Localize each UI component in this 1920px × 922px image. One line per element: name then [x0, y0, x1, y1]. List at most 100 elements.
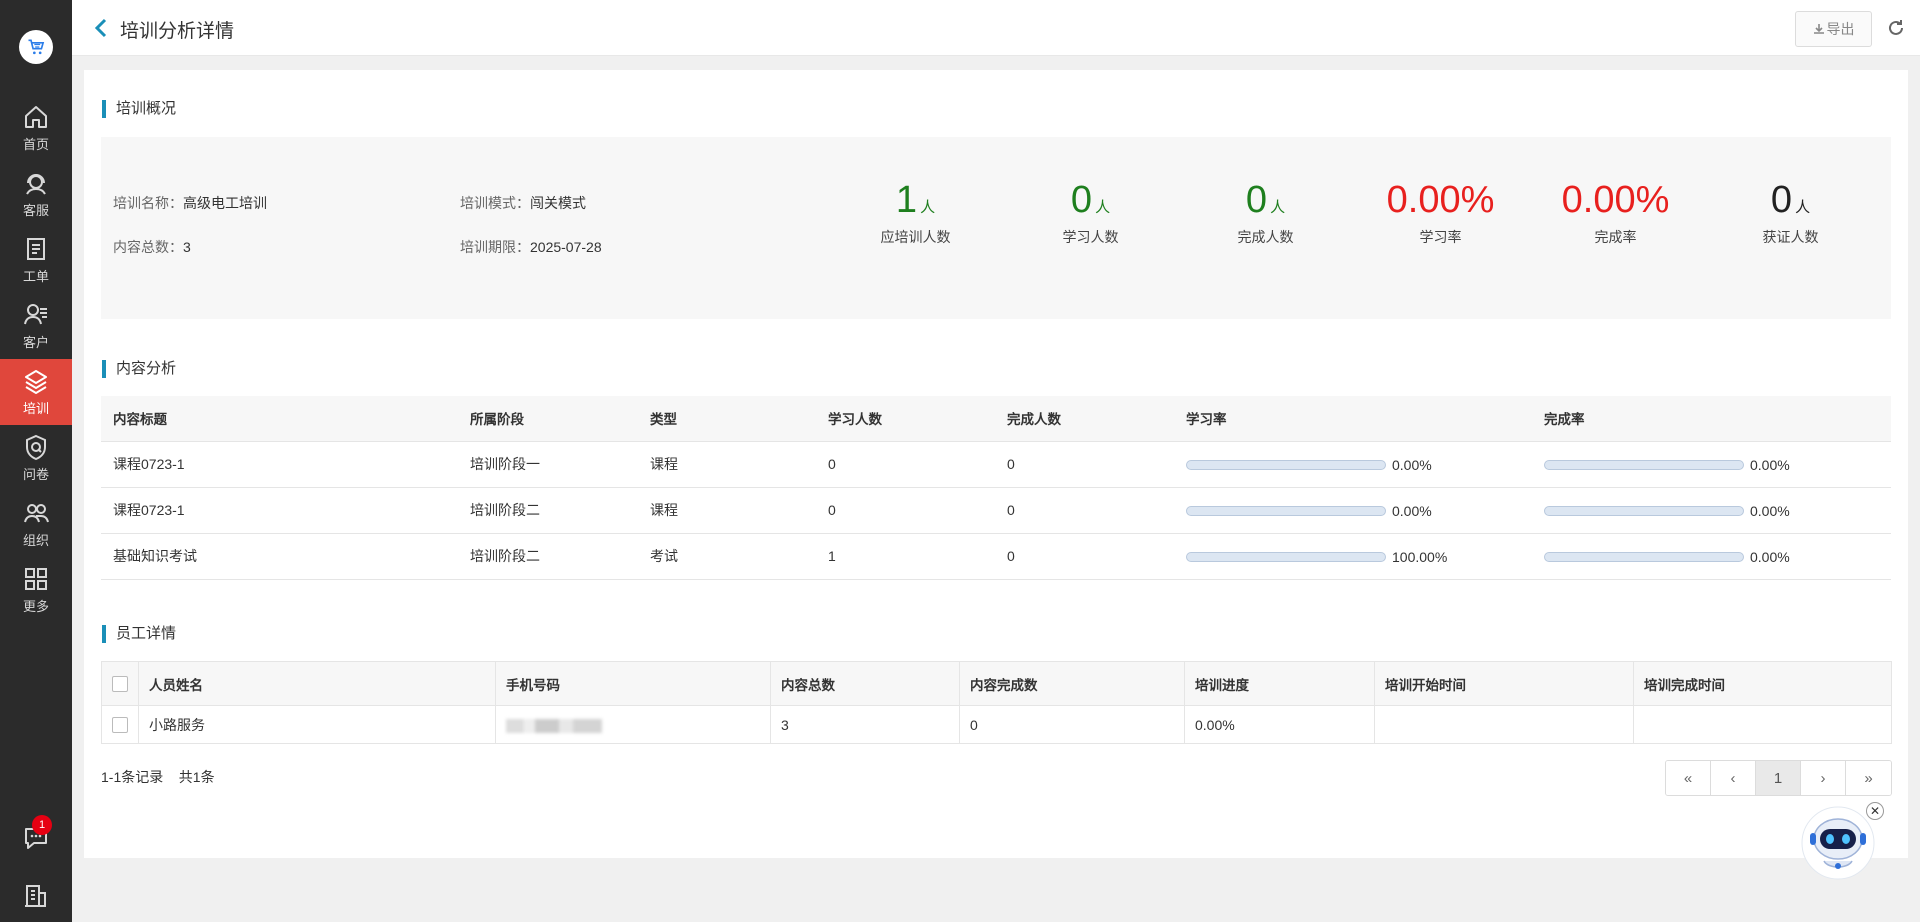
row-checkbox[interactable] [112, 717, 128, 734]
cell-title: 课程0723-1 [101, 487, 458, 534]
records-total: 共1条 [178, 769, 215, 785]
cell-learn-rate: 0.00% [1174, 487, 1532, 534]
training-deadline-value: 2025-07-28 [530, 239, 602, 255]
customer-icon [24, 304, 47, 325]
first-page-button[interactable]: « [1666, 761, 1711, 795]
sidebar-item-more[interactable]: 更多 [0, 557, 72, 623]
table-row: 课程0723-1 培训阶段二 课程 0 0 0.00% 0.00% [101, 487, 1891, 534]
progress-bar [1186, 459, 1386, 470]
cell-learners: 0 [816, 487, 995, 534]
chat-button[interactable]: 1 [0, 815, 72, 855]
stat-label: 学习人数 [1062, 229, 1119, 245]
stat-value: 0 [1070, 179, 1093, 221]
progress-text: 0.00% [1750, 456, 1790, 473]
sidebar-item-label: 客户 [22, 335, 49, 350]
last-page-button[interactable]: » [1846, 761, 1891, 795]
page-button-current[interactable]: 1 [1756, 761, 1801, 795]
sidebar-item-label: 客服 [22, 203, 49, 218]
sidebar-item-label: 工单 [22, 269, 49, 284]
cell-stage: 培训阶段二 [458, 533, 638, 580]
stat-label: 完成人数 [1237, 229, 1294, 245]
cell-name: 小路服务 [138, 705, 496, 744]
page-title: 培训分析详情 [120, 21, 235, 42]
stat-label: 获证人数 [1762, 229, 1819, 245]
col-header: 培训完成时间 [1633, 661, 1892, 706]
col-header: 培训开始时间 [1374, 661, 1634, 706]
sidebar-item-service[interactable]: 客服 [0, 161, 72, 227]
back-chevron-icon[interactable] [94, 18, 108, 38]
robot-close-icon[interactable]: ✕ [1866, 802, 1884, 820]
layers-icon [25, 370, 47, 394]
download-icon [1813, 24, 1824, 34]
header: 培训分析详情 导出 [72, 0, 1920, 56]
headset-icon [26, 174, 46, 195]
sidebar-item-survey[interactable]: 问卷 [0, 425, 72, 491]
next-page-button[interactable]: › [1801, 761, 1846, 795]
select-cell [101, 705, 139, 744]
cell-content-total: 3 [770, 705, 960, 744]
training-name: 培训名称：高级电工培训 [113, 195, 267, 211]
sidebar-item-ticket[interactable]: 工单 [0, 227, 72, 293]
stat-completers: 0人 完成人数 [1178, 177, 1353, 247]
col-header: 学习人数 [816, 396, 995, 442]
sidebar-item-label: 培训 [22, 401, 49, 416]
cell-type: 课程 [638, 487, 816, 534]
progress-bar [1544, 551, 1744, 562]
cart-logo-icon[interactable] [19, 30, 53, 64]
col-header: 内容完成数 [959, 661, 1185, 706]
stat-label: 学习率 [1419, 229, 1462, 245]
building-button[interactable] [0, 882, 72, 910]
stat-certified: 0人 获证人数 [1703, 177, 1878, 247]
sidebar-item-label: 问卷 [22, 467, 49, 482]
pagination: « ‹ 1 › » [1665, 760, 1892, 796]
cell-learn-rate: 0.00% [1174, 441, 1532, 488]
col-header: 手机号码 [495, 661, 771, 706]
sidebar-item-label: 组织 [22, 533, 49, 548]
sidebar-item-org[interactable]: 组织 [0, 491, 72, 557]
progress-bar [1544, 459, 1744, 470]
stat-value: 0 [1245, 179, 1268, 221]
progress-text: 0.00% [1750, 502, 1790, 519]
stat-value: 0 [1770, 179, 1793, 221]
col-header: 学习率 [1174, 396, 1532, 442]
col-header: 培训进度 [1184, 661, 1375, 706]
col-header: 所属阶段 [458, 396, 638, 442]
progress-text: 0.00% [1750, 548, 1790, 565]
cell-content-done: 0 [959, 705, 1185, 744]
table-header-row: 内容标题 所属阶段 类型 学习人数 完成人数 学习率 完成率 [101, 396, 1891, 442]
robot-assistant-icon[interactable] [1800, 803, 1876, 883]
sidebar-item-training[interactable]: 培训 [0, 359, 72, 425]
progress-text: 0.00% [1392, 456, 1432, 473]
cell-stage: 培训阶段二 [458, 487, 638, 534]
cell-phone [495, 705, 771, 744]
content-count: 内容总数：3 [113, 239, 191, 255]
stat-learn-rate: 0.00% 学习率 [1353, 177, 1528, 247]
prev-page-button[interactable]: ‹ [1711, 761, 1756, 795]
training-deadline: 培训期限：2025-07-28 [460, 239, 602, 255]
col-header: 内容标题 [101, 396, 458, 442]
progress-bar [1186, 551, 1386, 562]
refresh-icon[interactable] [1886, 18, 1906, 38]
progress-bar [1186, 505, 1386, 516]
select-all-checkbox[interactable] [112, 675, 128, 692]
training-name-value: 高级电工培训 [183, 195, 267, 211]
sidebar-item-customer[interactable]: 客户 [0, 293, 72, 359]
table-row: 小路服务 3 0 0.00% [101, 705, 1892, 744]
cell-stage: 培训阶段一 [458, 441, 638, 488]
sidebar-item-home[interactable]: 首页 [0, 95, 72, 161]
cell-complete-rate: 0.00% [1532, 533, 1891, 580]
overview-section-title: 培训概况 [102, 100, 176, 118]
group-icon [24, 504, 49, 523]
col-header: 类型 [638, 396, 816, 442]
cell-progress: 0.00% [1184, 705, 1375, 744]
cell-completers: 0 [995, 487, 1174, 534]
cell-learners: 1 [816, 533, 995, 580]
cell-type: 课程 [638, 441, 816, 488]
cell-type: 考试 [638, 533, 816, 580]
cell-complete-rate: 0.00% [1532, 441, 1891, 488]
progress-bar [1544, 505, 1744, 516]
records-summary: 1-1条记录 共1条 [101, 767, 215, 787]
export-button[interactable]: 导出 [1795, 11, 1872, 47]
stat-learners: 0人 学习人数 [1003, 177, 1178, 247]
cell-completers: 0 [995, 441, 1174, 488]
